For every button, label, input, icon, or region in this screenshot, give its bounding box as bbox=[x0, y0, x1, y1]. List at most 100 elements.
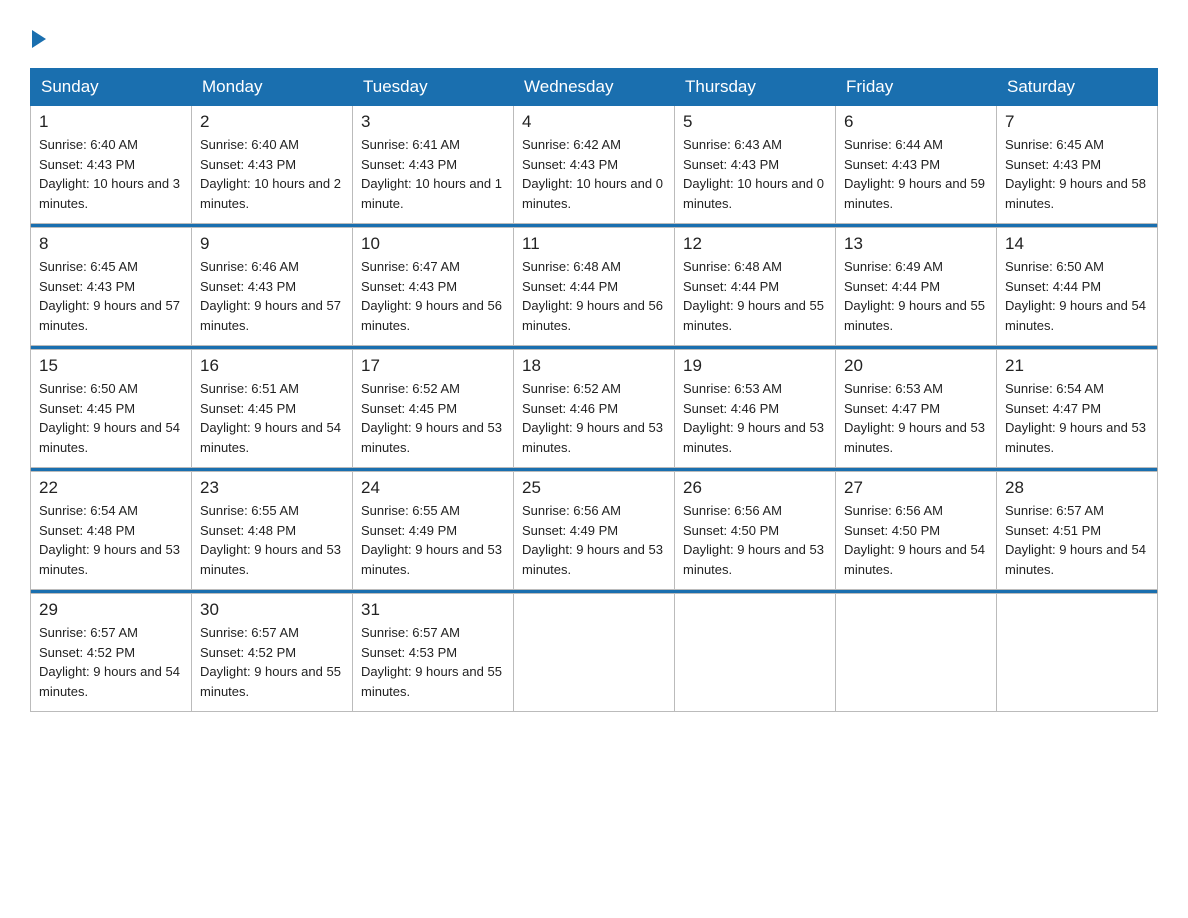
col-header-sunday: Sunday bbox=[31, 69, 192, 106]
day-number: 29 bbox=[39, 600, 183, 620]
day-info: Sunrise: 6:54 AM Sunset: 4:47 PM Dayligh… bbox=[1005, 379, 1149, 457]
day-number: 24 bbox=[361, 478, 505, 498]
calendar-cell: 6 Sunrise: 6:44 AM Sunset: 4:43 PM Dayli… bbox=[836, 106, 997, 224]
calendar-cell: 12 Sunrise: 6:48 AM Sunset: 4:44 PM Dayl… bbox=[675, 228, 836, 346]
day-info: Sunrise: 6:56 AM Sunset: 4:50 PM Dayligh… bbox=[683, 501, 827, 579]
day-number: 14 bbox=[1005, 234, 1149, 254]
day-info: Sunrise: 6:53 AM Sunset: 4:47 PM Dayligh… bbox=[844, 379, 988, 457]
day-info: Sunrise: 6:46 AM Sunset: 4:43 PM Dayligh… bbox=[200, 257, 344, 335]
calendar-header-row: SundayMondayTuesdayWednesdayThursdayFrid… bbox=[31, 69, 1158, 106]
calendar-cell bbox=[836, 594, 997, 712]
calendar-cell: 4 Sunrise: 6:42 AM Sunset: 4:43 PM Dayli… bbox=[514, 106, 675, 224]
calendar-cell: 2 Sunrise: 6:40 AM Sunset: 4:43 PM Dayli… bbox=[192, 106, 353, 224]
calendar-cell: 30 Sunrise: 6:57 AM Sunset: 4:52 PM Dayl… bbox=[192, 594, 353, 712]
day-number: 28 bbox=[1005, 478, 1149, 498]
day-info: Sunrise: 6:40 AM Sunset: 4:43 PM Dayligh… bbox=[39, 135, 183, 213]
calendar-week-row: 1 Sunrise: 6:40 AM Sunset: 4:43 PM Dayli… bbox=[31, 106, 1158, 224]
day-number: 5 bbox=[683, 112, 827, 132]
calendar-cell: 7 Sunrise: 6:45 AM Sunset: 4:43 PM Dayli… bbox=[997, 106, 1158, 224]
col-header-tuesday: Tuesday bbox=[353, 69, 514, 106]
calendar-cell bbox=[514, 594, 675, 712]
day-number: 1 bbox=[39, 112, 183, 132]
calendar-cell: 14 Sunrise: 6:50 AM Sunset: 4:44 PM Dayl… bbox=[997, 228, 1158, 346]
calendar-cell bbox=[675, 594, 836, 712]
day-number: 10 bbox=[361, 234, 505, 254]
day-number: 6 bbox=[844, 112, 988, 132]
col-header-saturday: Saturday bbox=[997, 69, 1158, 106]
calendar-week-row: 15 Sunrise: 6:50 AM Sunset: 4:45 PM Dayl… bbox=[31, 350, 1158, 468]
calendar-cell: 25 Sunrise: 6:56 AM Sunset: 4:49 PM Dayl… bbox=[514, 472, 675, 590]
day-number: 20 bbox=[844, 356, 988, 376]
calendar-cell: 13 Sunrise: 6:49 AM Sunset: 4:44 PM Dayl… bbox=[836, 228, 997, 346]
day-number: 15 bbox=[39, 356, 183, 376]
calendar-cell: 29 Sunrise: 6:57 AM Sunset: 4:52 PM Dayl… bbox=[31, 594, 192, 712]
day-number: 9 bbox=[200, 234, 344, 254]
day-info: Sunrise: 6:41 AM Sunset: 4:43 PM Dayligh… bbox=[361, 135, 505, 213]
day-number: 23 bbox=[200, 478, 344, 498]
calendar-cell: 27 Sunrise: 6:56 AM Sunset: 4:50 PM Dayl… bbox=[836, 472, 997, 590]
calendar-cell: 28 Sunrise: 6:57 AM Sunset: 4:51 PM Dayl… bbox=[997, 472, 1158, 590]
calendar-cell: 17 Sunrise: 6:52 AM Sunset: 4:45 PM Dayl… bbox=[353, 350, 514, 468]
day-number: 18 bbox=[522, 356, 666, 376]
day-number: 22 bbox=[39, 478, 183, 498]
day-info: Sunrise: 6:52 AM Sunset: 4:45 PM Dayligh… bbox=[361, 379, 505, 457]
day-number: 30 bbox=[200, 600, 344, 620]
calendar-cell: 15 Sunrise: 6:50 AM Sunset: 4:45 PM Dayl… bbox=[31, 350, 192, 468]
calendar-cell: 19 Sunrise: 6:53 AM Sunset: 4:46 PM Dayl… bbox=[675, 350, 836, 468]
logo-triangle-icon bbox=[32, 30, 46, 48]
logo bbox=[30, 30, 48, 48]
calendar-cell bbox=[997, 594, 1158, 712]
day-number: 7 bbox=[1005, 112, 1149, 132]
day-number: 31 bbox=[361, 600, 505, 620]
calendar-cell: 24 Sunrise: 6:55 AM Sunset: 4:49 PM Dayl… bbox=[353, 472, 514, 590]
day-info: Sunrise: 6:56 AM Sunset: 4:50 PM Dayligh… bbox=[844, 501, 988, 579]
calendar-cell: 16 Sunrise: 6:51 AM Sunset: 4:45 PM Dayl… bbox=[192, 350, 353, 468]
day-info: Sunrise: 6:40 AM Sunset: 4:43 PM Dayligh… bbox=[200, 135, 344, 213]
calendar-table: SundayMondayTuesdayWednesdayThursdayFrid… bbox=[30, 68, 1158, 712]
day-info: Sunrise: 6:43 AM Sunset: 4:43 PM Dayligh… bbox=[683, 135, 827, 213]
day-info: Sunrise: 6:42 AM Sunset: 4:43 PM Dayligh… bbox=[522, 135, 666, 213]
day-info: Sunrise: 6:49 AM Sunset: 4:44 PM Dayligh… bbox=[844, 257, 988, 335]
day-info: Sunrise: 6:54 AM Sunset: 4:48 PM Dayligh… bbox=[39, 501, 183, 579]
day-info: Sunrise: 6:44 AM Sunset: 4:43 PM Dayligh… bbox=[844, 135, 988, 213]
day-number: 25 bbox=[522, 478, 666, 498]
day-info: Sunrise: 6:55 AM Sunset: 4:49 PM Dayligh… bbox=[361, 501, 505, 579]
calendar-cell: 26 Sunrise: 6:56 AM Sunset: 4:50 PM Dayl… bbox=[675, 472, 836, 590]
calendar-cell: 1 Sunrise: 6:40 AM Sunset: 4:43 PM Dayli… bbox=[31, 106, 192, 224]
calendar-cell: 11 Sunrise: 6:48 AM Sunset: 4:44 PM Dayl… bbox=[514, 228, 675, 346]
col-header-thursday: Thursday bbox=[675, 69, 836, 106]
day-number: 21 bbox=[1005, 356, 1149, 376]
day-info: Sunrise: 6:50 AM Sunset: 4:44 PM Dayligh… bbox=[1005, 257, 1149, 335]
day-info: Sunrise: 6:52 AM Sunset: 4:46 PM Dayligh… bbox=[522, 379, 666, 457]
day-info: Sunrise: 6:53 AM Sunset: 4:46 PM Dayligh… bbox=[683, 379, 827, 457]
calendar-cell: 20 Sunrise: 6:53 AM Sunset: 4:47 PM Dayl… bbox=[836, 350, 997, 468]
day-info: Sunrise: 6:51 AM Sunset: 4:45 PM Dayligh… bbox=[200, 379, 344, 457]
calendar-cell: 10 Sunrise: 6:47 AM Sunset: 4:43 PM Dayl… bbox=[353, 228, 514, 346]
day-info: Sunrise: 6:48 AM Sunset: 4:44 PM Dayligh… bbox=[522, 257, 666, 335]
day-number: 11 bbox=[522, 234, 666, 254]
calendar-cell: 18 Sunrise: 6:52 AM Sunset: 4:46 PM Dayl… bbox=[514, 350, 675, 468]
page-header bbox=[30, 30, 1158, 48]
day-number: 16 bbox=[200, 356, 344, 376]
day-info: Sunrise: 6:48 AM Sunset: 4:44 PM Dayligh… bbox=[683, 257, 827, 335]
col-header-friday: Friday bbox=[836, 69, 997, 106]
calendar-cell: 31 Sunrise: 6:57 AM Sunset: 4:53 PM Dayl… bbox=[353, 594, 514, 712]
calendar-cell: 23 Sunrise: 6:55 AM Sunset: 4:48 PM Dayl… bbox=[192, 472, 353, 590]
day-info: Sunrise: 6:57 AM Sunset: 4:51 PM Dayligh… bbox=[1005, 501, 1149, 579]
day-info: Sunrise: 6:50 AM Sunset: 4:45 PM Dayligh… bbox=[39, 379, 183, 457]
day-number: 13 bbox=[844, 234, 988, 254]
calendar-cell: 9 Sunrise: 6:46 AM Sunset: 4:43 PM Dayli… bbox=[192, 228, 353, 346]
day-info: Sunrise: 6:56 AM Sunset: 4:49 PM Dayligh… bbox=[522, 501, 666, 579]
col-header-monday: Monday bbox=[192, 69, 353, 106]
day-number: 4 bbox=[522, 112, 666, 132]
day-info: Sunrise: 6:55 AM Sunset: 4:48 PM Dayligh… bbox=[200, 501, 344, 579]
day-info: Sunrise: 6:45 AM Sunset: 4:43 PM Dayligh… bbox=[1005, 135, 1149, 213]
day-info: Sunrise: 6:45 AM Sunset: 4:43 PM Dayligh… bbox=[39, 257, 183, 335]
calendar-week-row: 29 Sunrise: 6:57 AM Sunset: 4:52 PM Dayl… bbox=[31, 594, 1158, 712]
calendar-week-row: 22 Sunrise: 6:54 AM Sunset: 4:48 PM Dayl… bbox=[31, 472, 1158, 590]
col-header-wednesday: Wednesday bbox=[514, 69, 675, 106]
day-number: 2 bbox=[200, 112, 344, 132]
day-number: 27 bbox=[844, 478, 988, 498]
day-info: Sunrise: 6:57 AM Sunset: 4:52 PM Dayligh… bbox=[200, 623, 344, 701]
day-number: 3 bbox=[361, 112, 505, 132]
